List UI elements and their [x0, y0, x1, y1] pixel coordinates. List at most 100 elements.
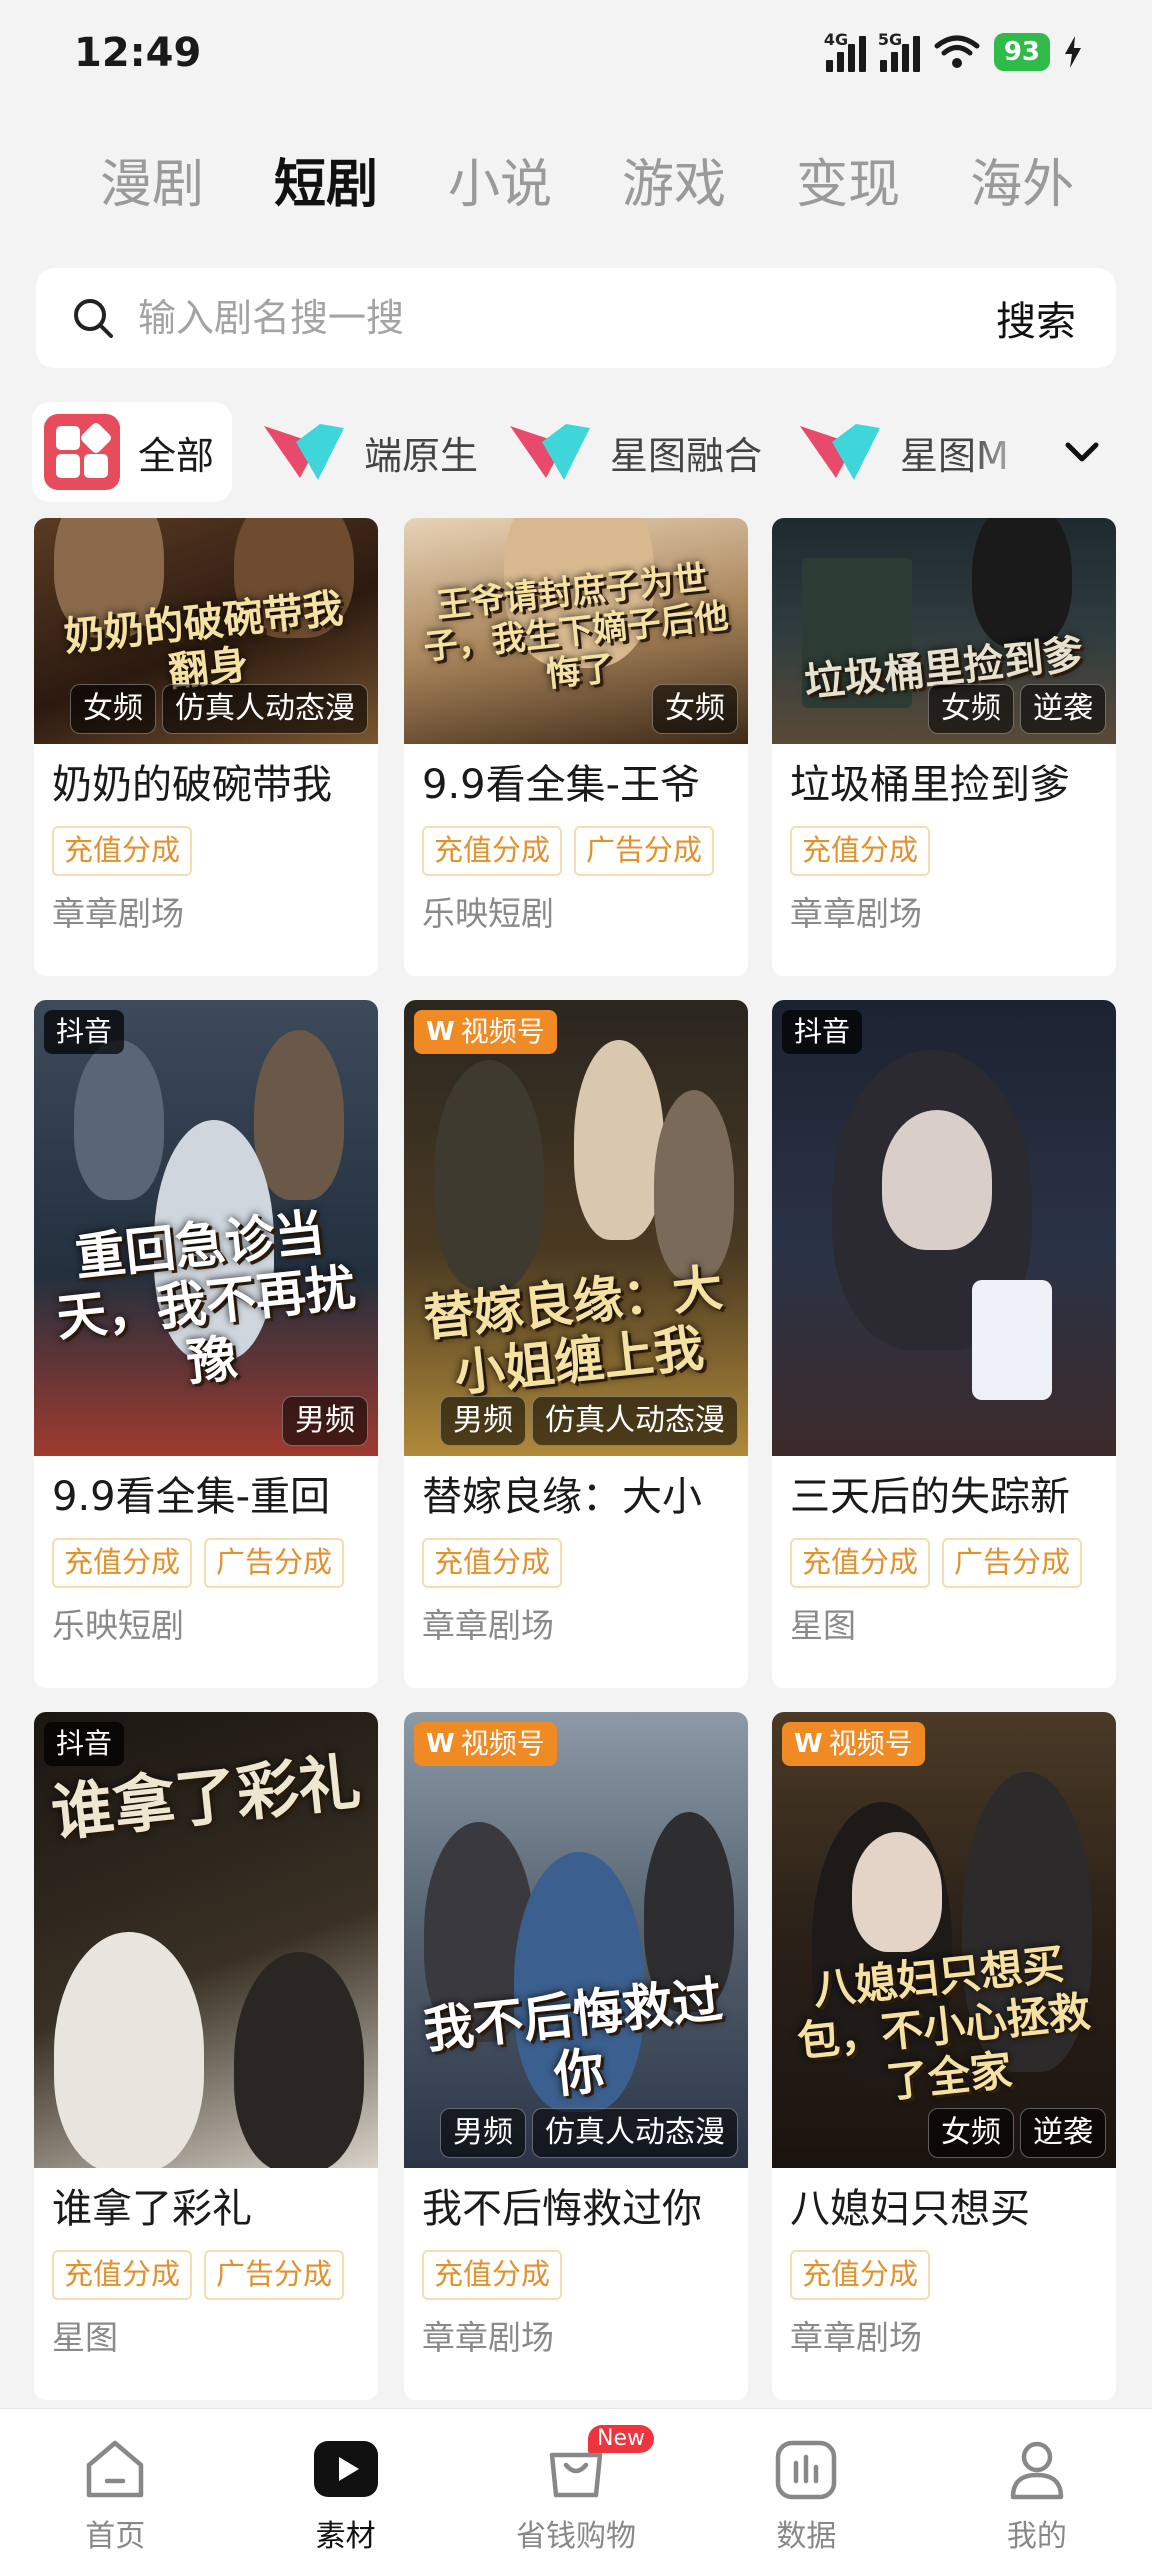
net-label-5g: 5G — [877, 30, 903, 49]
poster-tag: 女频 — [928, 2108, 1014, 2158]
poster-tag: 男频 — [282, 1396, 368, 1446]
platform-badge-douyin: 抖音 — [44, 1722, 125, 1766]
search-button[interactable]: 搜索 — [996, 289, 1076, 347]
platform-badge-douyin: 抖音 — [44, 1010, 125, 1054]
nav-label: 素材 — [315, 2519, 376, 2554]
search-input[interactable] — [138, 296, 996, 340]
card-body: 三天后的失踪新 充值分成 广告分成 星图 — [772, 1456, 1116, 1668]
share-tag: 充值分成 — [790, 826, 931, 876]
category-tabs: 漫剧 短剧 小说 游戏 变现 海外 — [100, 150, 1074, 220]
poster-tag: 逆袭 — [1020, 684, 1106, 734]
filter-xingtu-ronghe[interactable]: 星图融合 — [506, 402, 762, 502]
poster-tag: 仿真人动态漫 — [532, 1396, 738, 1446]
platform-logo-icon — [800, 424, 880, 480]
drama-title: 八媳妇只想买 — [790, 2186, 1030, 2232]
platform-label: 视频号 — [828, 1727, 913, 1760]
card-body: 9.9看全集-王爷 充值分成 广告分成 乐映短剧 — [404, 744, 748, 956]
share-tag: 充值分成 — [422, 2250, 563, 2300]
platform-label: 视频号 — [460, 1727, 545, 1760]
status-icons: 4G 5G 93 — [824, 30, 1082, 72]
shipinhao-icon: W — [794, 1729, 823, 1759]
platform-label: 抖音 — [56, 1015, 113, 1048]
share-tag: 广告分成 — [204, 2250, 345, 2300]
producer-name: 章章剧场 — [790, 2318, 922, 2357]
poster-tag: 女频 — [652, 684, 738, 734]
platform-badge-douyin: 抖音 — [782, 1010, 863, 1054]
platform-logo-icon — [510, 424, 590, 480]
nav-profile[interactable]: 我的 — [922, 2409, 1152, 2560]
nav-label: 省钱购物 — [516, 2519, 637, 2554]
wifi-icon — [934, 35, 980, 68]
platform-logo-icon — [264, 424, 344, 480]
platform-label: 视频号 — [460, 1015, 545, 1048]
nav-data[interactable]: 数据 — [691, 2409, 921, 2560]
drama-card[interactable]: 抖音 三天后的失踪新 充值分成 广告分成 星图 — [772, 1000, 1116, 1688]
share-tag: 充值分成 — [52, 1538, 193, 1588]
drama-card[interactable]: 重回急诊当天，我不再扰豫 抖音 男频 9.9看全集-重回 充值分成 广告分成 乐… — [34, 1000, 378, 1688]
drama-card[interactable]: 谁拿了彩礼 抖音 谁拿了彩礼 充值分成 广告分成 星图 — [34, 1712, 378, 2400]
nav-home[interactable]: 首页 — [0, 2409, 230, 2560]
card-body: 奶奶的破碗带我 充值分成 章章剧场 — [34, 744, 378, 956]
share-tags: 充值分成 广告分成 — [790, 1538, 1098, 1588]
card-body: 八媳妇只想买 充值分成 章章剧场 — [772, 2168, 1116, 2380]
drama-poster: 八媳妇只想买包，不小心拯救了全家 W 视频号 女频 逆袭 — [772, 1712, 1116, 2168]
filter-all[interactable]: 全部 — [32, 402, 232, 502]
share-tag: 充值分成 — [790, 2250, 931, 2300]
drama-card[interactable]: 垃圾桶里捡到爹 女频 逆袭 垃圾桶里捡到爹 充值分成 章章剧场 — [772, 518, 1116, 976]
search-icon — [74, 299, 113, 338]
chevron-down-icon[interactable] — [1058, 428, 1106, 476]
tab-duanju[interactable]: 短剧 — [274, 150, 378, 220]
bottom-nav: 首页 素材 New 省钱购物 数据 我的 — [0, 2408, 1152, 2560]
filter-all-label: 全部 — [138, 433, 215, 478]
poster-tag: 仿真人动态漫 — [162, 684, 368, 734]
filter-duanyuansheng[interactable]: 端原生 — [260, 402, 478, 502]
tab-xiaoshuo[interactable]: 小说 — [448, 150, 552, 220]
drama-card[interactable]: 王爷请封庶子为世子，我生下嫡子后他悔了 女频 9.9看全集-王爷 充值分成 广告… — [404, 518, 748, 976]
card-body: 9.9看全集-重回 充值分成 广告分成 乐映短剧 — [34, 1456, 378, 1668]
drama-card[interactable]: 我不后悔救过你 W 视频号 男频 仿真人动态漫 我不后悔救过你 充值分成 章章剧场 — [404, 1712, 748, 2400]
poster-tags: 女频 — [652, 684, 738, 734]
share-tags: 充值分成 广告分成 — [422, 826, 730, 876]
platform-label: 抖音 — [794, 1015, 851, 1048]
share-tag: 充值分成 — [422, 826, 563, 876]
poster-tag: 逆袭 — [1020, 2108, 1106, 2158]
tab-haiwai[interactable]: 海外 — [970, 150, 1074, 220]
card-body: 替嫁良缘：大小 充值分成 章章剧场 — [404, 1456, 748, 1668]
signal-4g-icon: 4G — [824, 30, 866, 72]
search-bar: 搜索 — [36, 268, 1116, 368]
signal-5g-icon: 5G — [877, 30, 920, 72]
poster-tag: 男频 — [440, 1396, 526, 1446]
share-tags: 充值分成 — [52, 826, 360, 876]
share-tag: 充值分成 — [52, 2250, 193, 2300]
platform-filter-row: 全部 端原生 星图融合 星图M — [32, 402, 1120, 502]
share-tag: 广告分成 — [204, 1538, 345, 1588]
drama-card[interactable]: 替嫁良缘：大小姐缠上我 W 视频号 男频 仿真人动态漫 替嫁良缘：大小 充值分成 … — [404, 1000, 748, 1688]
user-icon — [1010, 2441, 1064, 2500]
drama-title: 垃圾桶里捡到爹 — [790, 762, 1070, 808]
drama-card[interactable]: 奶奶的破碗带我翻身 女频 仿真人动态漫 奶奶的破碗带我 充值分成 章章剧场 — [34, 518, 378, 976]
tab-bianxian[interactable]: 变现 — [796, 150, 900, 220]
status-time: 12:49 — [74, 30, 202, 76]
producer-name: 章章剧场 — [52, 894, 184, 933]
drama-poster: 抖音 — [772, 1000, 1116, 1456]
card-body: 谁拿了彩礼 充值分成 广告分成 星图 — [34, 2168, 378, 2380]
platform-badge-shipinhao: W 视频号 — [782, 1722, 925, 1766]
nav-label: 数据 — [776, 2519, 837, 2554]
poster-tags: 女频 逆袭 — [928, 2108, 1106, 2158]
drama-card[interactable]: 八媳妇只想买包，不小心拯救了全家 W 视频号 女频 逆袭 八媳妇只想买 充值分成 … — [772, 1712, 1116, 2400]
share-tags: 充值分成 — [422, 1538, 730, 1588]
battery-level: 93 — [993, 33, 1050, 71]
tab-youxi[interactable]: 游戏 — [622, 150, 726, 220]
poster-tags: 男频 仿真人动态漫 — [440, 2108, 738, 2158]
platform-label: 抖音 — [56, 1727, 113, 1760]
producer-name: 星图 — [790, 1606, 856, 1645]
card-body: 我不后悔救过你 充值分成 章章剧场 — [404, 2168, 748, 2380]
nav-sucai[interactable]: 素材 — [230, 2409, 460, 2560]
share-tags: 充值分成 广告分成 — [52, 1538, 360, 1588]
producer-name: 章章剧场 — [790, 894, 922, 933]
producer-name: 章章剧场 — [422, 1606, 554, 1645]
nav-shopping[interactable]: New 省钱购物 — [461, 2409, 691, 2560]
tab-manju[interactable]: 漫剧 — [100, 150, 204, 220]
share-tag: 广告分成 — [942, 1538, 1083, 1588]
chart-icon — [776, 2440, 837, 2500]
